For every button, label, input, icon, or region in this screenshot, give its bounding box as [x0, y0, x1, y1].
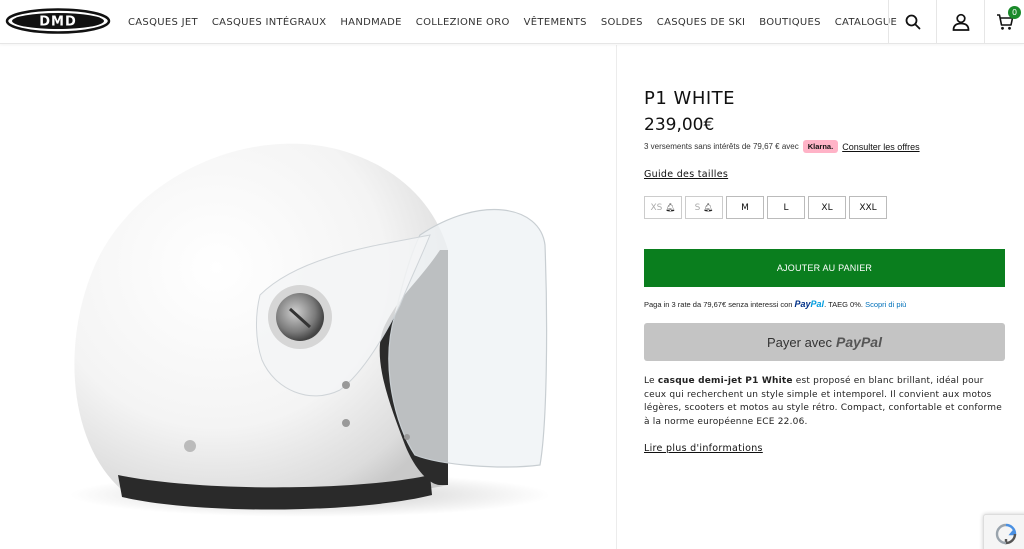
- paypal-button-prefix: Payer avec: [767, 334, 833, 350]
- nav-collezione-oro[interactable]: COLLEZIONE ORO: [416, 17, 510, 28]
- helmet-image[interactable]: [0, 45, 616, 549]
- main-nav: CASQUES JET CASQUES INTÉGRAUX HANDMADE C…: [128, 0, 911, 44]
- klarna-logo: Klarna.: [802, 140, 839, 153]
- product-price: 239,00€: [644, 115, 715, 135]
- bell-icon: 🔔︎: [665, 203, 676, 212]
- product-info: P1 WHITE 239,00€ 3 versements sans intér…: [644, 88, 1006, 456]
- cart-count-badge: 0: [1008, 6, 1021, 19]
- account-button[interactable]: [936, 0, 984, 44]
- paypal-taeg: . TAEG 0%.: [824, 300, 863, 309]
- recaptcha-icon: [995, 523, 1016, 545]
- nav-boutiques[interactable]: BOUTIQUES: [759, 17, 821, 28]
- size-option-xxl[interactable]: XXL: [849, 196, 887, 219]
- site-header: DMD CASQUES JET CASQUES INTÉGRAUX HANDMA…: [0, 0, 1024, 44]
- nav-casques-de-ski[interactable]: CASQUES DE SKI: [657, 17, 745, 28]
- description-highlight: casque demi-jet P1 White: [657, 376, 793, 386]
- cart-button[interactable]: 0: [984, 0, 1024, 44]
- add-to-cart-button[interactable]: AJOUTER AU PANIER: [644, 249, 1005, 287]
- paypal-learn-more-link[interactable]: Scopri di più: [865, 300, 906, 309]
- search-button[interactable]: [888, 0, 936, 44]
- paypal-offer-text: Paga in 3 rate da 79,67€ senza interessi…: [644, 300, 793, 309]
- size-label: XS: [650, 202, 663, 213]
- size-guide-link[interactable]: Guide des tailles: [644, 169, 728, 180]
- size-option-m[interactable]: M: [726, 196, 764, 219]
- klarna-offers-link[interactable]: Consulter les offres: [842, 142, 919, 152]
- size-option-xs[interactable]: XS 🔔︎: [644, 196, 682, 219]
- nav-casques-jet[interactable]: CASQUES JET: [128, 17, 198, 28]
- search-icon: [905, 14, 920, 30]
- account-icon: [952, 13, 969, 31]
- bell-icon: 🔔︎: [703, 203, 714, 212]
- column-divider: [616, 45, 617, 549]
- size-option-l[interactable]: L: [767, 196, 805, 219]
- product-description: Le casque demi-jet P1 White est proposé …: [644, 376, 1002, 427]
- size-label: S: [694, 202, 701, 213]
- read-more-link[interactable]: Lire plus d'informations: [644, 443, 763, 454]
- product-title: P1 WHITE: [644, 88, 736, 109]
- klarna-offer: 3 versements sans intérêts de 79,67 € av…: [644, 140, 1006, 153]
- paypal-button-brand: PayPal: [836, 334, 882, 350]
- product-gallery: [0, 45, 616, 549]
- nav-casques-integraux[interactable]: CASQUES INTÉGRAUX: [212, 17, 326, 28]
- dmd-logo[interactable]: DMD: [5, 8, 111, 34]
- paypal-installments: Paga in 3 rate da 79,67€ senza interessi…: [644, 299, 1006, 309]
- size-selector: XS 🔔︎ S 🔔︎ M L XL XXL: [644, 196, 1006, 219]
- size-option-xl[interactable]: XL: [808, 196, 846, 219]
- nav-soldes[interactable]: SOLDES: [601, 17, 643, 28]
- recaptcha-badge[interactable]: [983, 514, 1024, 549]
- size-option-s[interactable]: S 🔔︎: [685, 196, 723, 219]
- paypal-checkout-button[interactable]: Payer avec PayPal: [644, 323, 1005, 361]
- logo-text: DMD: [39, 15, 77, 30]
- nav-handmade[interactable]: HANDMADE: [340, 17, 401, 28]
- klarna-text: 3 versements sans intérêts de 79,67 € av…: [644, 142, 799, 151]
- paypal-logo: PayPal: [794, 299, 825, 309]
- nav-vetements[interactable]: VÊTEMENTS: [524, 17, 587, 28]
